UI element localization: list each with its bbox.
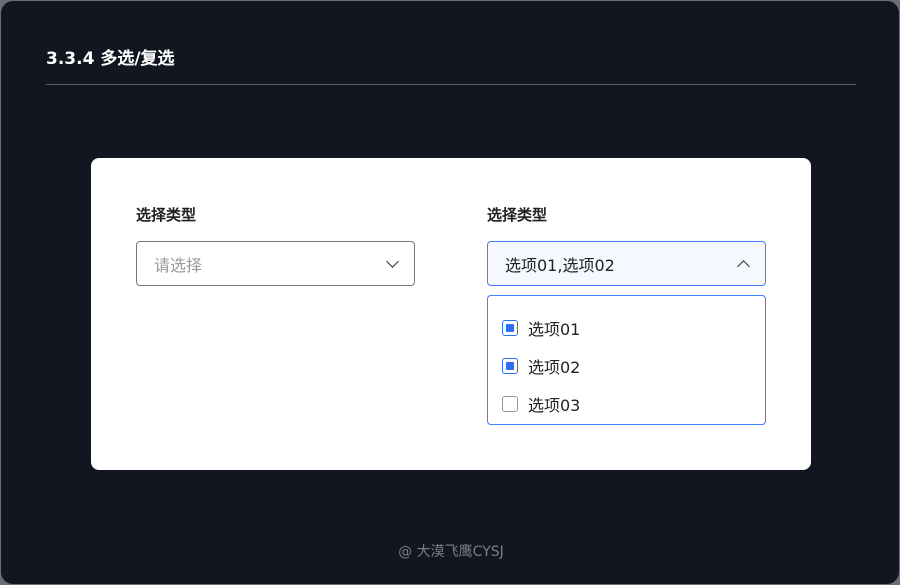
- select-value: 选项01,选项02: [505, 255, 615, 275]
- divider: [46, 84, 856, 85]
- chevron-down-icon: [386, 254, 399, 268]
- select-placeholder: 请选择: [154, 255, 203, 275]
- demo-card: 选择类型 请选择 选择类型 选项01,选项02 选项01 选项02 选项03: [91, 158, 811, 470]
- option-label: 选项03: [528, 396, 581, 415]
- select-open[interactable]: 选项01,选项02: [487, 241, 766, 286]
- select-closed[interactable]: 请选择: [136, 241, 415, 286]
- canvas: 3.3.4 多选/复选 选择类型 请选择 选择类型 选项01,选项02 选项01…: [1, 1, 899, 584]
- watermark-credit: @ 大漠飞鹰CYSJ: [398, 544, 504, 560]
- options-dropdown: 选项01 选项02 选项03: [487, 295, 766, 425]
- checkbox-checked-icon[interactable]: [502, 320, 518, 336]
- option-label: 选项01: [528, 320, 581, 339]
- option-item[interactable]: 选项03: [488, 385, 765, 423]
- checkbox-unchecked-icon[interactable]: [502, 396, 518, 412]
- checkbox-checked-icon[interactable]: [502, 358, 518, 374]
- chevron-up-icon: [737, 259, 750, 273]
- field-label-right: 选择类型: [487, 206, 548, 224]
- section-title: 3.3.4 多选/复选: [46, 49, 175, 69]
- option-item[interactable]: 选项01: [488, 309, 765, 347]
- option-item[interactable]: 选项02: [488, 347, 765, 385]
- option-label: 选项02: [528, 358, 581, 377]
- field-label-left: 选择类型: [136, 206, 197, 224]
